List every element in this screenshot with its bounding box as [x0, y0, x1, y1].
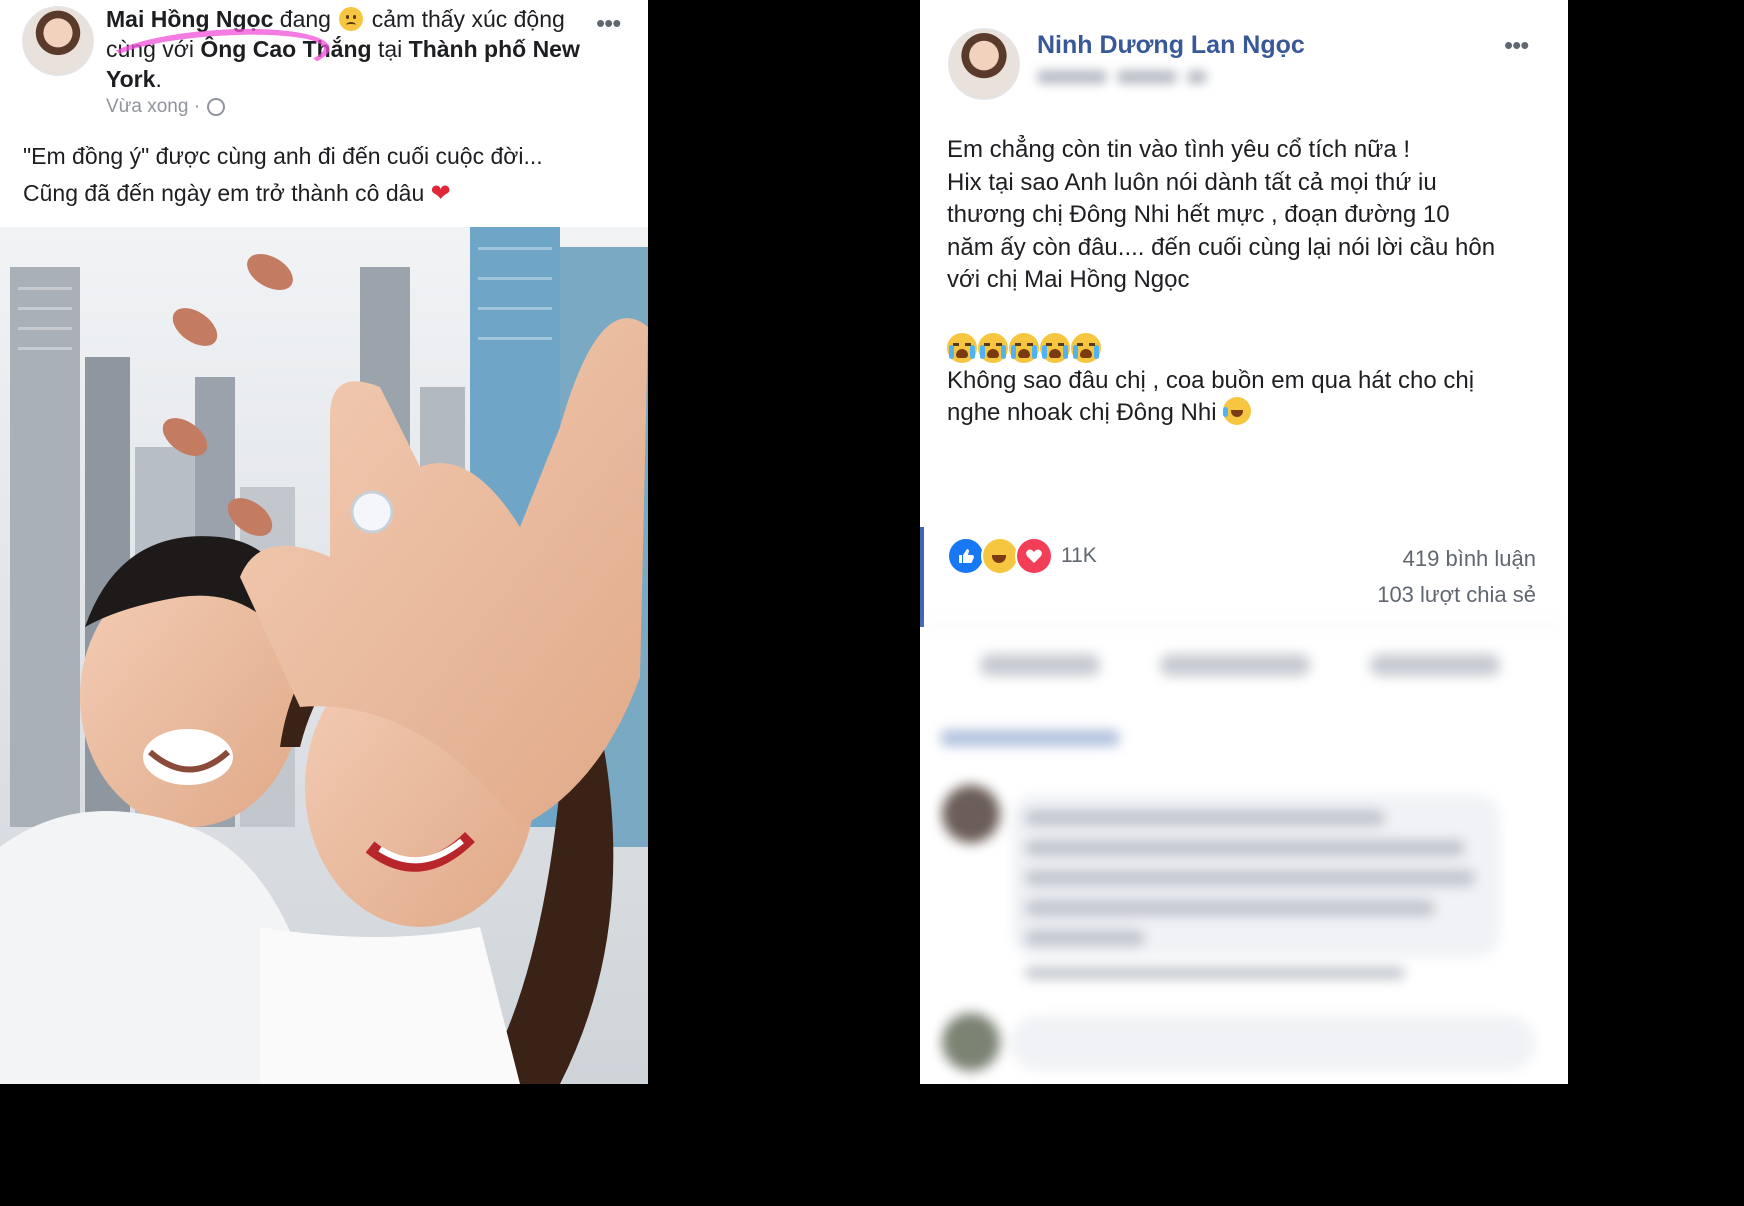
post-line: thương chị Đông Nhi hết mực , đoạn đường…	[947, 201, 1450, 228]
focus-edge	[920, 527, 924, 627]
post-timestamp: Vừa xong ·	[106, 96, 226, 118]
post-line: với chị Mai Hồng Ngọc	[947, 266, 1190, 293]
crying-face-icon	[947, 332, 977, 363]
crying-face-icon	[1040, 332, 1070, 363]
author-name[interactable]: Ninh Dương Lan Ngọc	[1037, 31, 1305, 60]
post-line-2-text: Cũng đã đến ngày em trở thành cô dâu	[23, 180, 425, 206]
post-line-text: nghe nhoak chị Đông Nhi	[947, 399, 1217, 426]
post-photo[interactable]	[0, 227, 648, 1084]
separator: ·	[193, 96, 201, 117]
post-text: "Em đồng ý" được cùng anh đi đến cuối cu…	[23, 138, 623, 212]
reaction-summary[interactable]: 11K	[947, 537, 1097, 575]
feeling-text: cảm thấy xúc động	[371, 6, 565, 32]
more-options-icon[interactable]: •••	[1504, 30, 1529, 61]
post-line-last: nghe nhoak chị Đông Nhi	[947, 397, 1547, 430]
author-avatar[interactable]	[22, 6, 94, 76]
post-line-1: "Em đồng ý" được cùng anh đi đến cuối cu…	[23, 143, 543, 169]
red-heart-icon: ❤	[430, 180, 451, 207]
engagement-stats: 419 bình luận 103 lượt chia sẻ	[1377, 541, 1536, 613]
shares-count[interactable]: 103 lượt chia sẻ	[1377, 577, 1536, 613]
like-reaction-icon	[947, 537, 985, 575]
crying-face-icon	[978, 332, 1008, 363]
comments-count[interactable]: 419 bình luận	[1377, 541, 1536, 577]
author-avatar[interactable]	[948, 28, 1020, 100]
reaction-count: 11K	[1061, 544, 1097, 567]
photo-illustration	[0, 227, 648, 1084]
feeling-prefix: đang	[279, 6, 331, 32]
time-text[interactable]: Vừa xong	[106, 96, 188, 117]
crying-emoji-row	[947, 332, 1547, 363]
right-post-card: Ninh Dương Lan Ngọc ••• Em chẳng còn tin…	[920, 0, 1568, 1084]
love-reaction-icon	[1015, 537, 1053, 575]
crying-face-icon	[1071, 332, 1101, 363]
at-text: tại	[377, 36, 403, 62]
blurred-comment-area	[920, 625, 1568, 1084]
blurred-timestamp	[1037, 70, 1277, 96]
rofl-emoji-icon	[1223, 397, 1252, 425]
post-text: Em chẳng còn tin vào tình yêu cổ tích nữ…	[947, 134, 1547, 430]
post-line: Em chẳng còn tin vào tình yêu cổ tích nữ…	[947, 136, 1410, 163]
post-line: năm ấy còn đâu.... đến cuối cùng lại nói…	[947, 233, 1496, 261]
post-line: Không sao đâu chị , coa buồn em qua hát …	[947, 366, 1475, 394]
more-options-icon[interactable]: •••	[596, 8, 621, 39]
haha-reaction-icon	[981, 537, 1019, 575]
left-post-card: Mai Hồng Ngọc đang cảm thấy xúc động cùn…	[0, 0, 648, 1084]
crying-face-icon	[1009, 332, 1039, 363]
post-line-2: Cũng đã đến ngày em trở thành cô dâu ❤	[23, 175, 623, 212]
sad-face-icon	[339, 7, 364, 31]
globe-icon	[207, 98, 226, 116]
blurred-action-bar	[920, 625, 1568, 706]
post-line: Hix tại sao Anh luôn nói dành tất cả mọi…	[947, 168, 1437, 196]
